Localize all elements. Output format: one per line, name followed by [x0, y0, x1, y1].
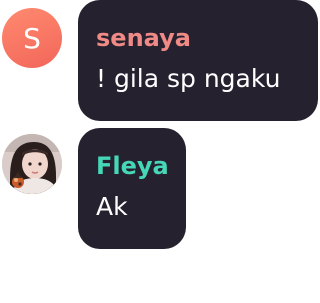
avatar[interactable]: S [2, 8, 62, 68]
message-senaya: S senaya ! gila sp ngaku [0, 0, 320, 125]
message-text: Ak [96, 192, 128, 221]
message-bubble[interactable]: senaya ! gila sp ngaku [78, 0, 318, 121]
avatar-letter: S [23, 21, 41, 55]
message-fleya: Fleya Ak [0, 128, 320, 253]
sender-name[interactable]: Fleya [96, 152, 169, 180]
sender-name[interactable]: senaya [96, 24, 191, 52]
message-bubble[interactable]: Fleya Ak [78, 128, 186, 249]
avatar-photo-icon [2, 134, 62, 194]
avatar[interactable] [2, 134, 62, 194]
message-text: ! gila sp ngaku [96, 64, 281, 93]
